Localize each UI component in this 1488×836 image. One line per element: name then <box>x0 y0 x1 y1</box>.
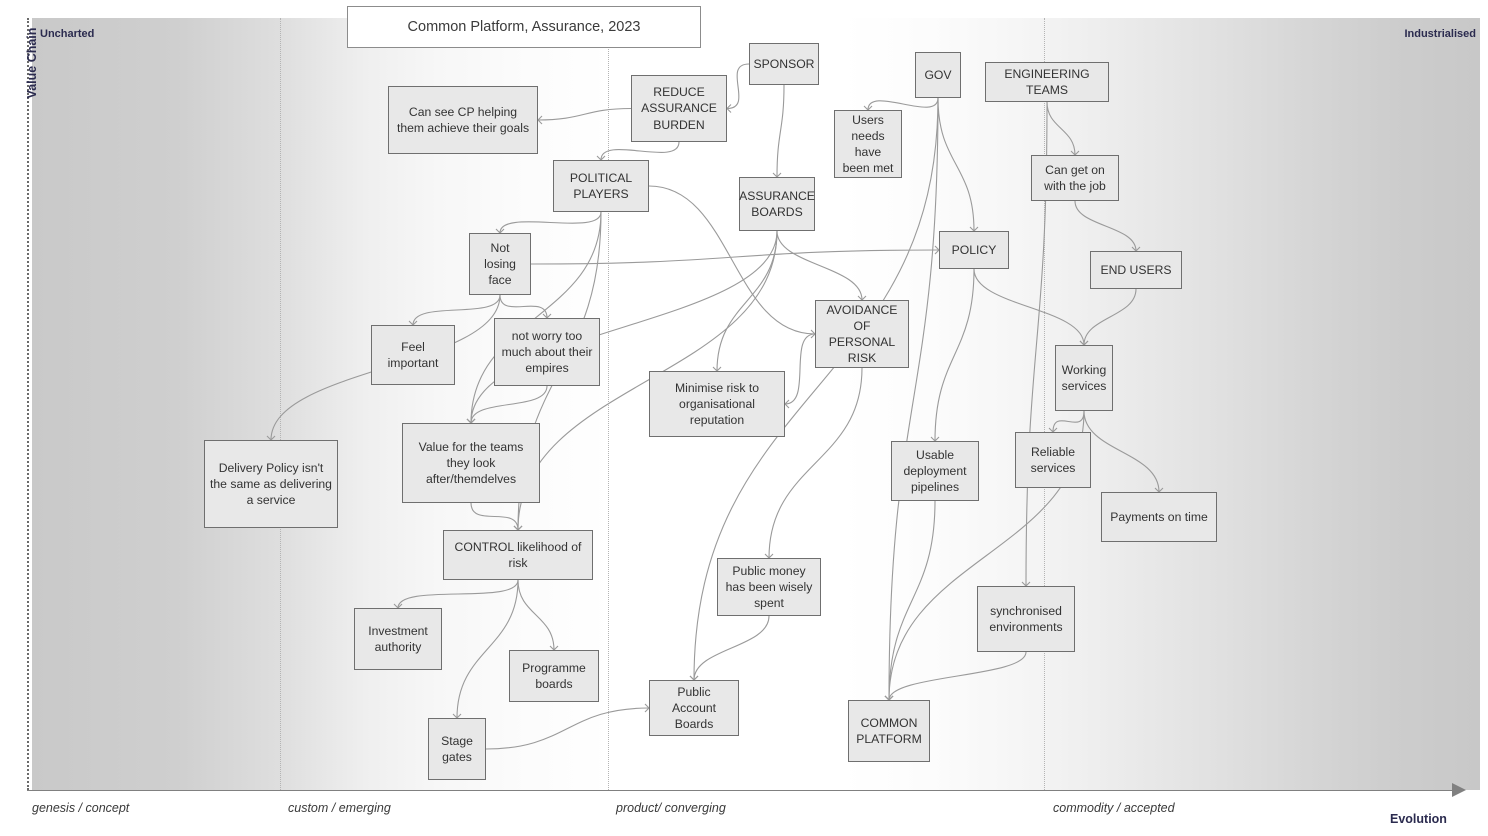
map-node-gov[interactable]: GOV <box>915 52 961 98</box>
value-chain-axis-label: Value Chain <box>25 27 39 99</box>
zone-divider-0 <box>280 18 281 790</box>
map-node-public_money[interactable]: Public money has been wisely spent <box>717 558 821 616</box>
map-node-usable_pipelines[interactable]: Usable deployment pipelines <box>891 441 979 501</box>
map-node-users_needs[interactable]: Users needs have been met <box>834 110 902 178</box>
map-node-not_worry[interactable]: not worry too much about their empires <box>494 318 600 386</box>
value-chain-axis <box>27 18 29 790</box>
map-node-sync_env[interactable]: synchronised environments <box>977 586 1075 652</box>
map-node-stage_gates[interactable]: Stage gates <box>428 718 486 780</box>
map-node-reliable[interactable]: Reliable services <box>1015 432 1091 488</box>
map-node-political[interactable]: POLITICAL PLAYERS <box>553 160 649 212</box>
industrialised-label: Industrialised <box>1404 28 1476 40</box>
map-node-can_see_cp[interactable]: Can see CP helping them achieve their go… <box>388 86 538 154</box>
uncharted-label: Uncharted <box>40 28 95 40</box>
evolution-axis-label: Evolution <box>1390 812 1447 826</box>
wardley-map-canvas: Value Chain Evolution Uncharted Industri… <box>0 0 1488 836</box>
zone-divider-1 <box>608 18 609 790</box>
map-node-minimise_risk[interactable]: Minimise risk to organisational reputati… <box>649 371 785 437</box>
map-node-control_risk[interactable]: CONTROL likelihood of risk <box>443 530 593 580</box>
map-node-feel_important[interactable]: Feel important <box>371 325 455 385</box>
map-title: Common Platform, Assurance, 2023 <box>347 6 701 48</box>
evolution-stage-label-3: commodity / accepted <box>1053 801 1175 815</box>
map-node-not_losing_face[interactable]: Not losing face <box>469 233 531 295</box>
map-node-engineering[interactable]: ENGINEERING TEAMS <box>985 62 1109 102</box>
map-node-end_users[interactable]: END USERS <box>1090 251 1182 289</box>
evolution-stage-label-0: genesis / concept <box>32 801 130 815</box>
map-node-public_account[interactable]: Public Account Boards <box>649 680 739 736</box>
map-node-sponsor[interactable]: SPONSOR <box>749 43 819 85</box>
map-node-assurance_boards[interactable]: ASSURANCE BOARDS <box>739 177 815 231</box>
map-node-avoidance_risk[interactable]: AVOIDANCE OF PERSONAL RISK <box>815 300 909 368</box>
map-node-policy[interactable]: POLICY <box>939 231 1009 269</box>
map-node-programme[interactable]: Programme boards <box>509 650 599 702</box>
map-node-reduce_burden[interactable]: REDUCE ASSURANCE BURDEN <box>631 75 727 142</box>
map-node-value_teams[interactable]: Value for the teams they look after/them… <box>402 423 540 503</box>
map-node-common_platform[interactable]: COMMON PLATFORM <box>848 700 930 762</box>
map-node-working_services[interactable]: Working services <box>1055 345 1113 411</box>
map-node-can_get_on[interactable]: Can get on with the job <box>1031 155 1119 201</box>
zone-divider-2 <box>1044 18 1045 790</box>
evolution-axis <box>27 790 1458 791</box>
evolution-stage-label-2: product/ converging <box>616 801 726 815</box>
map-node-delivery_policy[interactable]: Delivery Policy isn't the same as delive… <box>204 440 338 528</box>
evolution-axis-arrow-icon <box>1452 783 1466 797</box>
map-node-investment[interactable]: Investment authority <box>354 608 442 670</box>
evolution-stage-label-1: custom / emerging <box>288 801 391 815</box>
map-node-payments[interactable]: Payments on time <box>1101 492 1217 542</box>
